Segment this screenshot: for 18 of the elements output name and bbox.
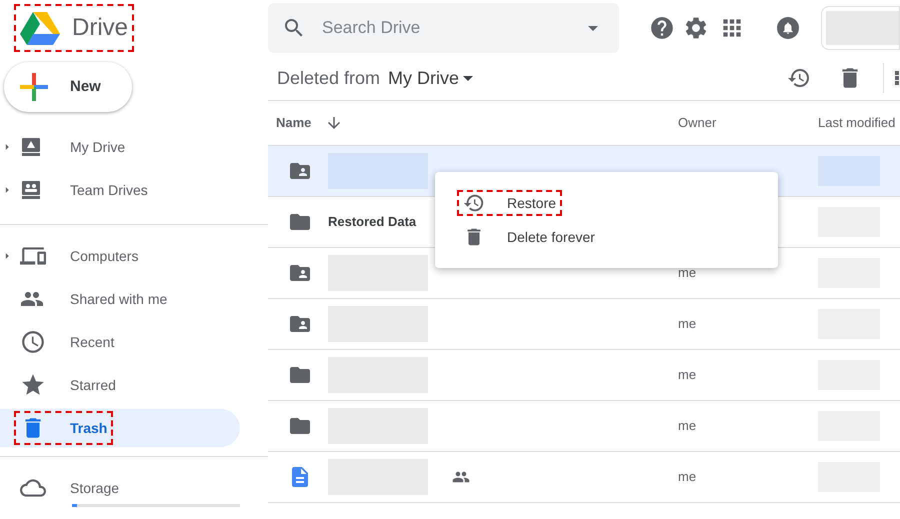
app-title: Drive: [72, 13, 128, 43]
sidebar-label: Storage: [70, 478, 120, 498]
sidebar-label: Team Drives: [70, 180, 148, 200]
owner-cell: me: [678, 418, 696, 433]
file-name: Restored Data: [328, 213, 416, 232]
menu-label: Delete forever: [507, 228, 595, 246]
menu-label: Restore: [507, 194, 556, 212]
breadcrumb-prefix: Deleted from: [277, 66, 380, 90]
sidebar-label: Starred: [70, 376, 116, 394]
sidebar-label: Computers: [70, 246, 138, 266]
owner-cell: me: [678, 265, 696, 280]
sidebar-label: Recent: [70, 332, 114, 352]
owner-cell: me: [678, 316, 696, 331]
sidebar-label: Trash: [70, 418, 108, 438]
owner-cell: me: [678, 469, 696, 484]
sidebar-label: Shared with me: [70, 290, 168, 308]
owner-cell: me: [678, 367, 696, 382]
sidebar-label: My Drive: [70, 138, 126, 157]
